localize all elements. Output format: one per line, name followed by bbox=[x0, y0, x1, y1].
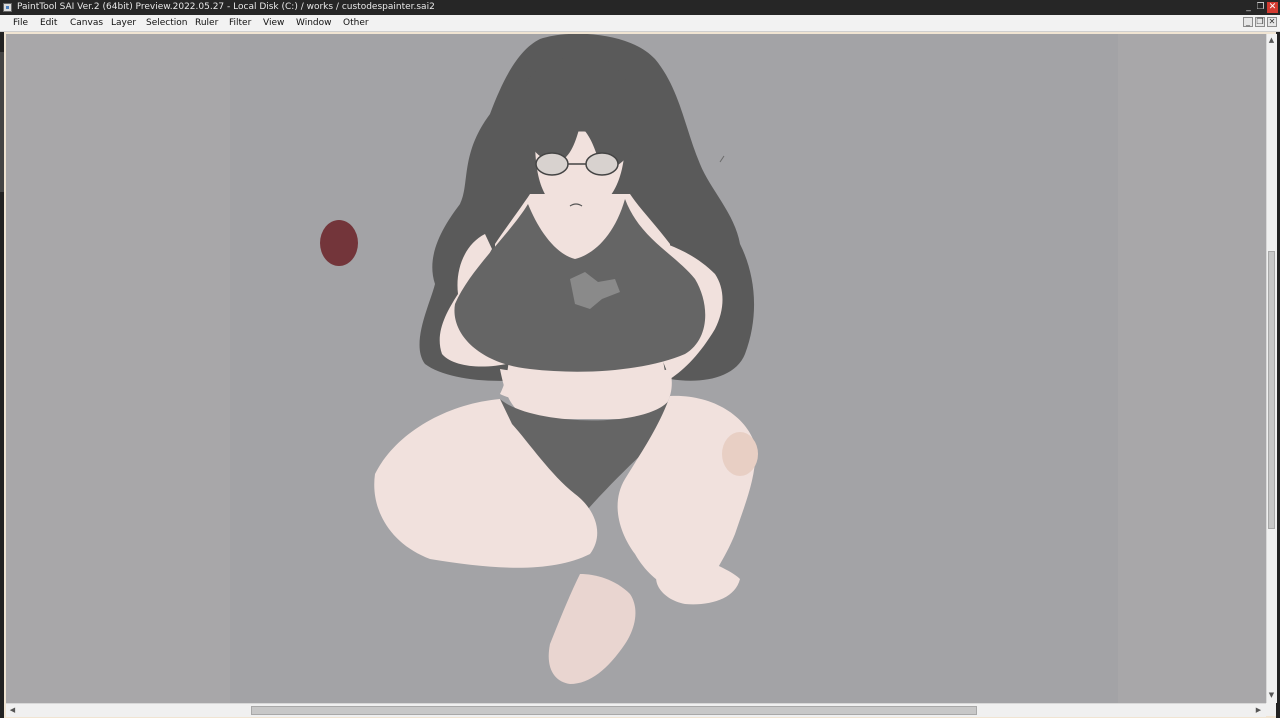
restore-icon[interactable]: ❐ bbox=[1255, 2, 1266, 13]
foot bbox=[548, 574, 636, 684]
menu-filter[interactable]: Filter bbox=[229, 15, 251, 31]
menu-other[interactable]: Other bbox=[343, 15, 369, 31]
doc-minimize-icon[interactable]: _ bbox=[1243, 17, 1253, 27]
scrollbar-corner bbox=[1266, 703, 1276, 716]
menu-view[interactable]: View bbox=[263, 15, 284, 31]
horizontal-scroll-thumb[interactable] bbox=[251, 706, 977, 715]
title-bar: PaintTool SAI Ver.2 (64bit) Preview.2022… bbox=[0, 0, 1280, 15]
minimize-icon[interactable]: _ bbox=[1243, 2, 1254, 13]
vertical-scroll-thumb[interactable] bbox=[1268, 251, 1275, 529]
vertical-scrollbar[interactable]: ▲ ▼ bbox=[1266, 34, 1277, 703]
close-icon[interactable]: ✕ bbox=[1267, 2, 1278, 13]
menu-canvas[interactable]: Canvas bbox=[70, 15, 103, 31]
window-title: PaintTool SAI Ver.2 (64bit) Preview.2022… bbox=[17, 2, 435, 12]
menu-file[interactable]: File bbox=[13, 15, 28, 31]
canvas-paper[interactable] bbox=[230, 34, 1118, 703]
menu-window[interactable]: Window bbox=[296, 15, 332, 31]
menu-bar: File Edit Canvas Layer Selection Ruler F… bbox=[0, 15, 1280, 32]
scroll-up-icon[interactable]: ▲ bbox=[1267, 36, 1276, 44]
menu-layer[interactable]: Layer bbox=[111, 15, 136, 31]
doc-restore-icon[interactable]: ❐ bbox=[1255, 17, 1265, 27]
canvas-workspace[interactable] bbox=[6, 34, 1266, 703]
menu-edit[interactable]: Edit bbox=[40, 15, 57, 31]
paint-dot bbox=[320, 220, 358, 266]
artwork bbox=[320, 34, 758, 684]
scroll-left-icon[interactable]: ◀ bbox=[8, 706, 17, 714]
scroll-down-icon[interactable]: ▼ bbox=[1267, 691, 1276, 699]
horizontal-scrollbar[interactable]: ◀ ▶ bbox=[6, 703, 1266, 717]
doc-close-icon[interactable]: ✕ bbox=[1267, 17, 1277, 27]
menu-ruler[interactable]: Ruler bbox=[195, 15, 218, 31]
painttool-sai-icon[interactable] bbox=[3, 3, 12, 12]
scroll-right-icon[interactable]: ▶ bbox=[1254, 706, 1263, 714]
menu-selection[interactable]: Selection bbox=[146, 15, 187, 31]
